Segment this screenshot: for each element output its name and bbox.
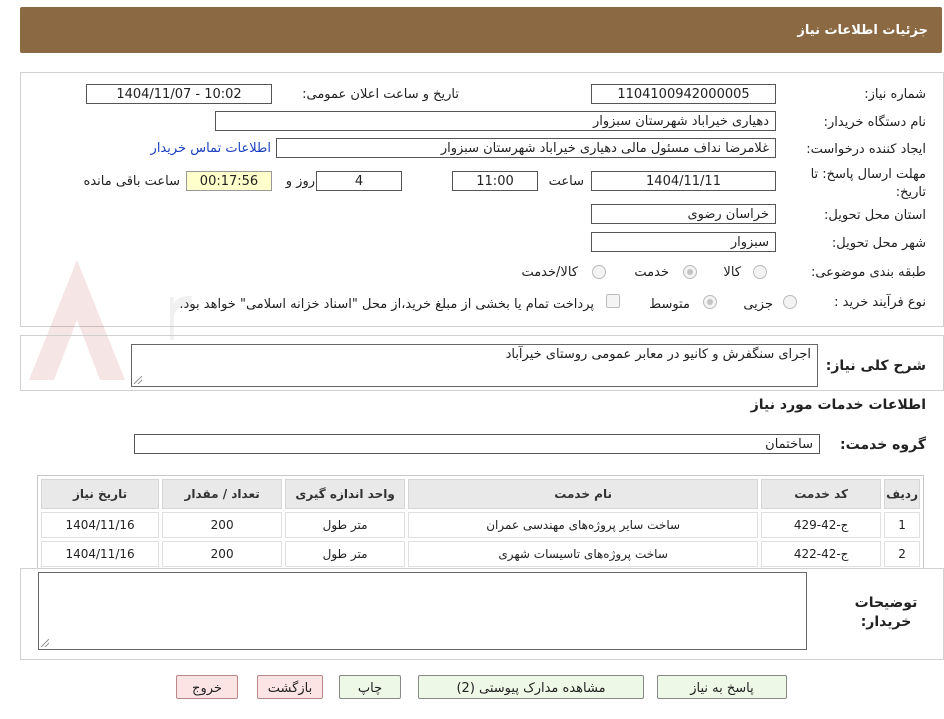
need-number-field[interactable]: 1104100942000005 [591, 84, 776, 104]
deadline-time-label: ساعت [548, 174, 584, 189]
process-partial-label: جزیی [743, 297, 773, 312]
province-field[interactable]: خراسان رضوی [591, 204, 776, 224]
days-field[interactable]: 4 [316, 171, 402, 191]
description-label: شرح کلی نیاز: [825, 358, 926, 374]
back-button[interactable]: بازگشت [257, 675, 323, 699]
city-field[interactable]: سبزوار [591, 232, 776, 252]
category-service-label: خدمت [634, 265, 669, 280]
remaining-time-field: 00:17:56 [186, 171, 272, 191]
table-row[interactable]: 2 ج-42-422 ساخت پروژه‌های تاسیسات شهری م… [41, 541, 920, 567]
category-goods-radio[interactable] [753, 265, 767, 279]
buyer-contact-link[interactable]: اطلاعات تماس خریدار [151, 141, 271, 156]
cell-unit: متر طول [285, 541, 406, 567]
col-need-date: تاریخ نیاز [41, 479, 160, 509]
cell-service-code: ج-42-422 [761, 541, 882, 567]
buyer-notes-label: توضیحات خریدار: [854, 595, 918, 630]
remaining-label: ساعت باقی مانده [83, 174, 180, 189]
col-service-code: کد خدمت [761, 479, 882, 509]
category-goods-service-radio[interactable] [592, 265, 606, 279]
deadline-date-field[interactable]: 1404/11/11 [591, 171, 776, 191]
announce-field[interactable]: 1404/11/07 - 10:02 [86, 84, 272, 104]
cell-row-number: 1 [884, 512, 920, 538]
cell-service-name: ساخت پروژه‌های تاسیسات شهری [408, 541, 759, 567]
service-group-field[interactable]: ساختمان [134, 434, 820, 454]
resize-grip-icon[interactable] [134, 376, 142, 384]
reply-to-need-button[interactable]: پاسخ به نیاز [657, 675, 787, 699]
process-partial-radio[interactable] [783, 295, 797, 309]
deadline-time-field[interactable]: 11:00 [452, 171, 538, 191]
deadline-label: مهلت ارسال پاسخ: تا تاریخ: [810, 167, 926, 200]
cell-need-date: 1404/11/16 [41, 512, 160, 538]
cell-service-code: ج-42-429 [761, 512, 882, 538]
services-table-panel: ردیف کد خدمت نام خدمت واحد اندازه گیری ت… [37, 475, 924, 569]
announce-label: تاریخ و ساعت اعلان عمومی: [302, 87, 459, 102]
category-service-radio[interactable] [683, 265, 697, 279]
cell-row-number: 2 [884, 541, 920, 567]
exit-button[interactable]: خروج [176, 675, 238, 699]
cell-quantity: 200 [162, 541, 283, 567]
resize-grip-icon[interactable] [41, 639, 49, 647]
page-header: جزئیات اطلاعات نیاز [20, 7, 942, 53]
payment-note: پرداخت تمام یا بخشی از مبلغ خرید،از محل … [179, 297, 594, 312]
col-unit: واحد اندازه گیری [285, 479, 406, 509]
table-row[interactable]: 1 ج-42-429 ساخت سایر پروژه‌های مهندسی عم… [41, 512, 920, 538]
cell-service-name: ساخت سایر پروژه‌های مهندسی عمران [408, 512, 759, 538]
process-medium-label: متوسط [649, 297, 690, 312]
services-table: ردیف کد خدمت نام خدمت واحد اندازه گیری ت… [38, 476, 923, 570]
col-row-number: ردیف [884, 479, 920, 509]
requester-field[interactable]: غلامرضا نداف مسئول مالی دهیاری خیراباد ش… [276, 138, 776, 158]
process-medium-radio[interactable] [703, 295, 717, 309]
buyer-org-field[interactable]: دهیاری خیراباد شهرستان سبزوار [215, 111, 776, 131]
services-table-header: ردیف کد خدمت نام خدمت واحد اندازه گیری ت… [41, 479, 920, 509]
buyer-notes-textarea[interactable] [38, 572, 807, 650]
col-quantity: تعداد / مقدار [162, 479, 283, 509]
description-text: اجرای سنگفرش و کانیو در معابر عمومی روست… [505, 347, 811, 362]
days-label: روز و [285, 174, 315, 189]
services-section-title: اطلاعات خدمات مورد نیاز [750, 397, 926, 413]
view-attachments-button[interactable]: مشاهده مدارک پیوستی (2) [418, 675, 644, 699]
city-label: شهر محل تحویل: [831, 236, 926, 251]
province-label: استان محل تحویل: [824, 208, 926, 223]
description-textarea[interactable]: اجرای سنگفرش و کانیو در معابر عمومی روست… [131, 344, 818, 387]
requester-label: ایجاد کننده درخواست: [806, 142, 926, 157]
print-button[interactable]: چاپ [339, 675, 401, 699]
service-group-label: گروه خدمت: [840, 437, 926, 453]
category-goods-service-label: کالا/خدمت [521, 265, 578, 280]
cell-quantity: 200 [162, 512, 283, 538]
page-title: جزئیات اطلاعات نیاز [797, 23, 928, 38]
need-number-label: شماره نیاز: [864, 87, 926, 102]
col-service-name: نام خدمت [408, 479, 759, 509]
buyer-org-label: نام دستگاه خریدار: [823, 115, 926, 130]
treasury-payment-checkbox[interactable] [606, 294, 620, 308]
category-label: طبقه بندی موضوعی: [810, 265, 926, 280]
cell-need-date: 1404/11/16 [41, 541, 160, 567]
category-goods-label: کالا [723, 265, 741, 280]
process-label: نوع فرآیند خرید : [834, 295, 926, 310]
cell-unit: متر طول [285, 512, 406, 538]
